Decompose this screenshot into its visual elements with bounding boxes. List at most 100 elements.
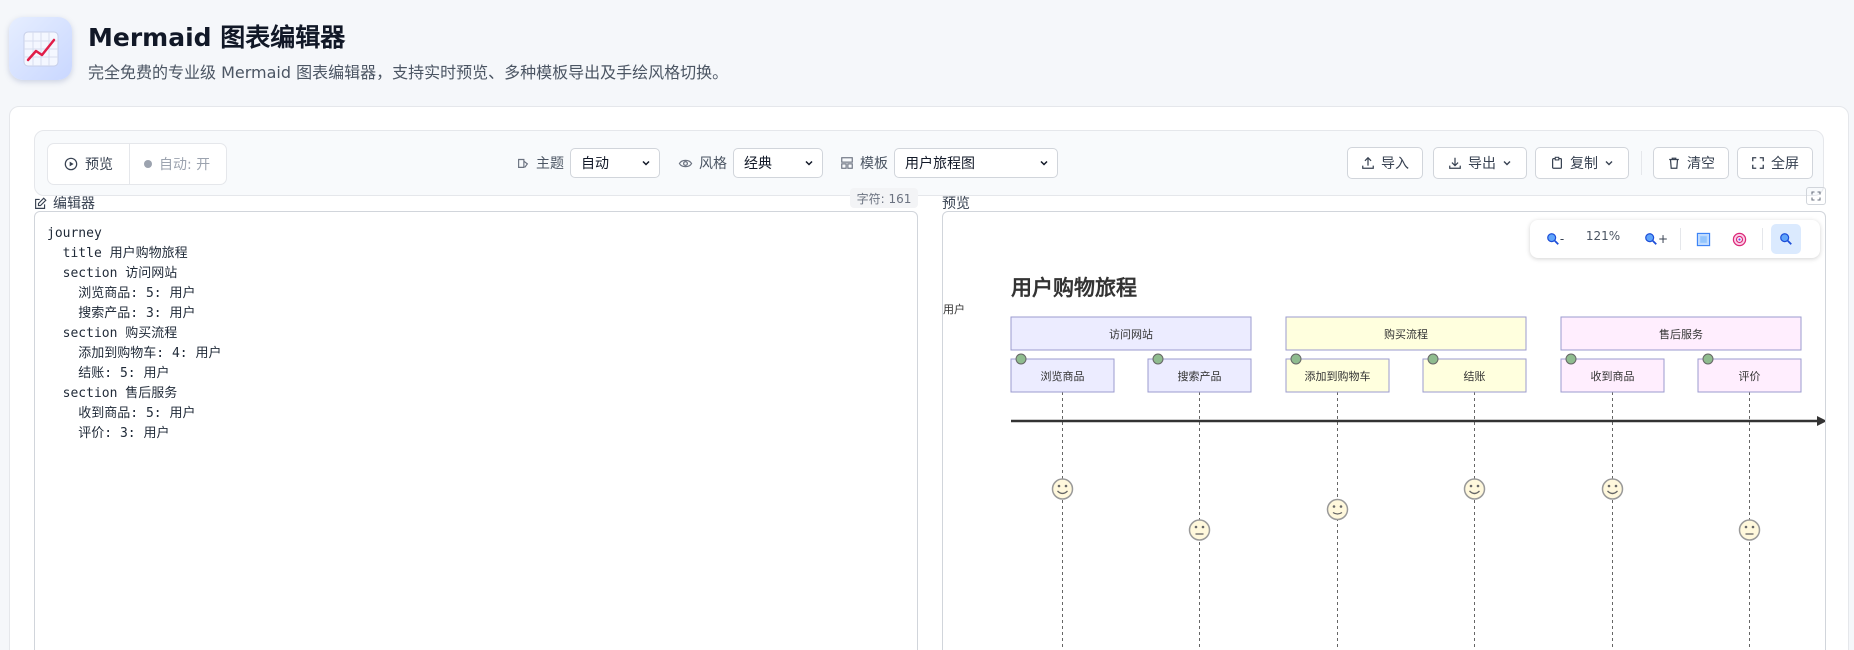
face-eye <box>1607 484 1611 488</box>
fullscreen-button-label: 全屏 <box>1771 156 1799 172</box>
export-button[interactable]: 导出 <box>1433 147 1527 179</box>
task-label: 评价 <box>1739 370 1761 383</box>
template-control: 模板 用户旅程图 <box>840 147 1058 179</box>
face-eye <box>1476 484 1480 488</box>
copy-button-label: 复制 <box>1570 156 1598 172</box>
score-face <box>1738 519 1761 541</box>
clear-button-label: 清空 <box>1687 156 1715 172</box>
palette-icon <box>518 158 529 168</box>
zoom-in-icon <box>1645 233 1657 245</box>
app-subtitle: 完全免费的专业级 Mermaid 图表编辑器，支持实时预览、多种模板导出及手绘风… <box>88 63 729 82</box>
app-title: Mermaid 图表编辑器 <box>88 23 346 52</box>
preview-toggle-group: 预览 自动: 开 <box>47 143 227 185</box>
expand-icon <box>1811 191 1821 201</box>
zoom-level: 121% <box>1585 229 1621 243</box>
download-icon <box>1449 157 1461 169</box>
style-control: 风格 经典 <box>678 147 823 179</box>
section-label: 访问网站 <box>1109 327 1153 341</box>
editor-panel-label: 编辑器 <box>34 193 95 213</box>
preview-button[interactable]: 预览 <box>48 144 130 184</box>
app-header: Mermaid 图表编辑器 完全免费的专业级 Mermaid 图表编辑器，支持实… <box>0 0 1854 98</box>
magnifier-icon <box>1780 233 1792 245</box>
face-eye <box>1201 525 1205 529</box>
theme-label: 主题 <box>536 156 564 172</box>
chart-logo-icon <box>9 17 72 80</box>
task-label: 浏览商品 <box>1041 369 1085 383</box>
trash-icon <box>1669 157 1679 169</box>
face-eye <box>1751 525 1755 529</box>
main-card: 预览 自动: 开 主题 自动 风格 经典 模板 用户旅程图 导入 导出 复制 清… <box>9 106 1849 650</box>
theme-control: 主题 自动 <box>516 147 660 179</box>
chevron-down-icon <box>1503 161 1511 166</box>
zoom-divider <box>1762 228 1763 250</box>
actor-marker <box>1015 353 1027 365</box>
preview-canvas[interactable]: 用户购物旅程 用户 访问网站 浏览商品 搜索产品 购买流程 添加到购物车 结账 售后服务 收到商品… <box>942 211 1826 650</box>
diagram-title: 用户购物旅程 <box>1011 276 1137 300</box>
zoom-in-label: + <box>1657 232 1669 246</box>
face-eye <box>1064 484 1068 488</box>
search-zoom-button[interactable] <box>1771 224 1801 254</box>
score-face <box>1051 478 1074 500</box>
template-label: 模板 <box>860 156 888 172</box>
eye-icon <box>678 159 693 167</box>
auto-preview-toggle[interactable]: 自动: 开 <box>130 144 224 184</box>
actor-marker <box>1565 353 1577 365</box>
target-icon <box>1732 232 1746 246</box>
status-dot-icon <box>144 160 152 168</box>
chevron-down-icon <box>642 160 650 166</box>
score-face <box>1463 478 1486 500</box>
face-eye <box>1469 484 1473 488</box>
section-label: 购买流程 <box>1384 327 1428 341</box>
task-label: 添加到购物车 <box>1305 369 1371 383</box>
template-select-value: 用户旅程图 <box>905 156 975 172</box>
code-editor[interactable]: journey title 用户购物旅程 section 访问网站 浏览商品: … <box>34 211 918 650</box>
actor-marker <box>1152 353 1164 365</box>
clear-button[interactable]: 清空 <box>1653 147 1729 179</box>
zoom-divider <box>1680 228 1681 250</box>
upload-icon <box>1362 156 1374 169</box>
preview-label: 预览 <box>942 196 970 212</box>
zoom-in-button[interactable]: + <box>1638 224 1674 254</box>
style-select-value: 经典 <box>744 156 772 172</box>
face-eye <box>1744 525 1748 529</box>
style-select[interactable]: 经典 <box>733 148 823 178</box>
actor-label: 用户 <box>943 302 965 316</box>
editor-label: 编辑器 <box>53 196 95 212</box>
char-count-badge: 字符: 161 <box>850 188 918 208</box>
copy-button[interactable]: 复制 <box>1535 147 1629 179</box>
zoom-out-icon <box>1546 233 1559 245</box>
maximize-icon <box>1752 157 1764 169</box>
play-circle-icon <box>64 157 78 171</box>
reset-view-button[interactable] <box>1724 224 1754 254</box>
fullscreen-button[interactable]: 全屏 <box>1737 147 1813 179</box>
timeline-arrow <box>1817 416 1825 426</box>
template-select[interactable]: 用户旅程图 <box>894 148 1058 178</box>
face-eye <box>1332 505 1336 508</box>
task-label: 收到商品 <box>1591 369 1635 383</box>
face-eye <box>1614 484 1618 488</box>
frame-icon <box>1696 232 1710 246</box>
theme-select-value: 自动 <box>581 156 609 172</box>
chevron-down-icon <box>1605 161 1613 166</box>
zoom-out-label: - <box>1559 232 1565 246</box>
face-eye <box>1339 505 1343 508</box>
face-eye <box>1194 525 1198 529</box>
theme-select[interactable]: 自动 <box>570 148 660 178</box>
task-label: 结账 <box>1464 370 1486 383</box>
auto-preview-label: 自动: 开 <box>159 157 211 173</box>
score-face <box>1601 478 1624 500</box>
import-button-label: 导入 <box>1381 156 1409 172</box>
style-label: 风格 <box>699 156 727 172</box>
actor-marker <box>1427 353 1439 365</box>
chevron-down-icon <box>805 160 813 166</box>
section-label: 售后服务 <box>1659 327 1703 341</box>
zoom-out-button[interactable]: - <box>1538 224 1572 254</box>
clipboard-icon <box>1552 156 1562 169</box>
expand-preview-button[interactable] <box>1806 187 1826 205</box>
toolbar: 预览 自动: 开 主题 自动 风格 经典 模板 用户旅程图 导入 导出 复制 清… <box>34 130 1824 196</box>
export-button-label: 导出 <box>1468 156 1496 172</box>
fit-view-button[interactable] <box>1688 224 1718 254</box>
face-eye <box>1057 484 1061 488</box>
preview-button-label: 预览 <box>85 157 113 173</box>
import-button[interactable]: 导入 <box>1347 147 1423 179</box>
